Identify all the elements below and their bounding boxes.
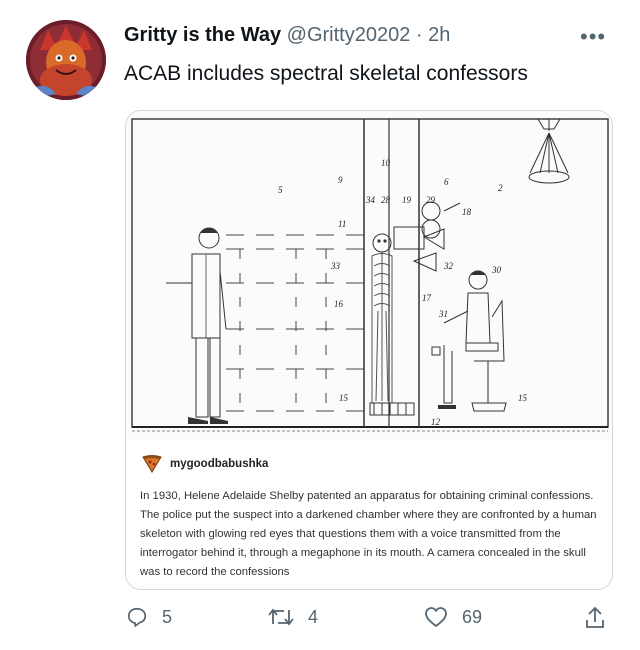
retweet-button[interactable]: 4 (268, 606, 318, 628)
patent-label: 10 (381, 158, 391, 168)
patent-label: 30 (491, 265, 502, 275)
patent-label: 32 (443, 261, 454, 271)
patent-label: 34 (365, 195, 376, 205)
tweet: Gritty is the Way @Gritty20202 · 2h ••• … (0, 0, 640, 650)
patent-label: 12 (431, 417, 441, 427)
patent-label: 9 (338, 175, 343, 185)
patent-label: 19 (402, 195, 412, 205)
avatar[interactable] (26, 20, 106, 100)
patent-label: 15 (518, 393, 528, 403)
like-count: 69 (462, 606, 483, 627)
patent-label: 31 (438, 309, 448, 319)
retweet-icon (268, 608, 294, 626)
tweet-text: ACAB includes spectral skeletal confesso… (124, 62, 528, 85)
image-caption: mygoodbabushka In 1930, Helene Adelaide … (126, 441, 612, 589)
share-icon (586, 606, 604, 628)
patent-label: 28 (381, 195, 391, 205)
retweet-count: 4 (308, 606, 319, 627)
patent-label: 11 (338, 219, 346, 229)
patent-label: 29 (426, 195, 436, 205)
timestamp[interactable]: 2h (428, 24, 450, 46)
source-username: mygoodbabushka (170, 458, 269, 470)
patent-label: 2 (498, 183, 503, 193)
caption-text: In 1930, Helene Adelaide Shelby patented… (140, 490, 597, 578)
tweet-header: Gritty is the Way @Gritty20202 · 2h (124, 22, 450, 48)
share-button[interactable] (584, 606, 606, 630)
embedded-image-card[interactable]: 10 5 9 6 2 34 28 19 29 11 18 33 32 30 16… (125, 110, 613, 590)
display-name[interactable]: Gritty is the Way (124, 24, 281, 46)
patent-label: 33 (330, 261, 341, 271)
patent-drawing: 10 5 9 6 2 34 28 19 29 11 18 33 32 30 16… (126, 111, 612, 441)
patent-label: 5 (278, 185, 283, 195)
like-button[interactable]: 69 (424, 606, 482, 628)
user-handle[interactable]: @Gritty20202 (287, 24, 411, 46)
patent-label: 18 (462, 207, 472, 217)
action-bar: 5 4 69 (0, 606, 640, 640)
more-icon[interactable]: ••• (580, 24, 606, 50)
like-icon (425, 607, 447, 627)
reply-icon (127, 607, 147, 627)
separator: · (415, 24, 423, 46)
reply-button[interactable]: 5 (126, 606, 172, 628)
patent-label: 15 (339, 393, 349, 403)
patent-label: 16 (334, 299, 344, 309)
pizza-slice-icon (142, 455, 162, 473)
reply-count: 5 (162, 606, 173, 627)
patent-label: 6 (444, 177, 449, 187)
patent-label: 17 (422, 293, 432, 303)
source-user: mygoodbabushka (142, 455, 268, 473)
